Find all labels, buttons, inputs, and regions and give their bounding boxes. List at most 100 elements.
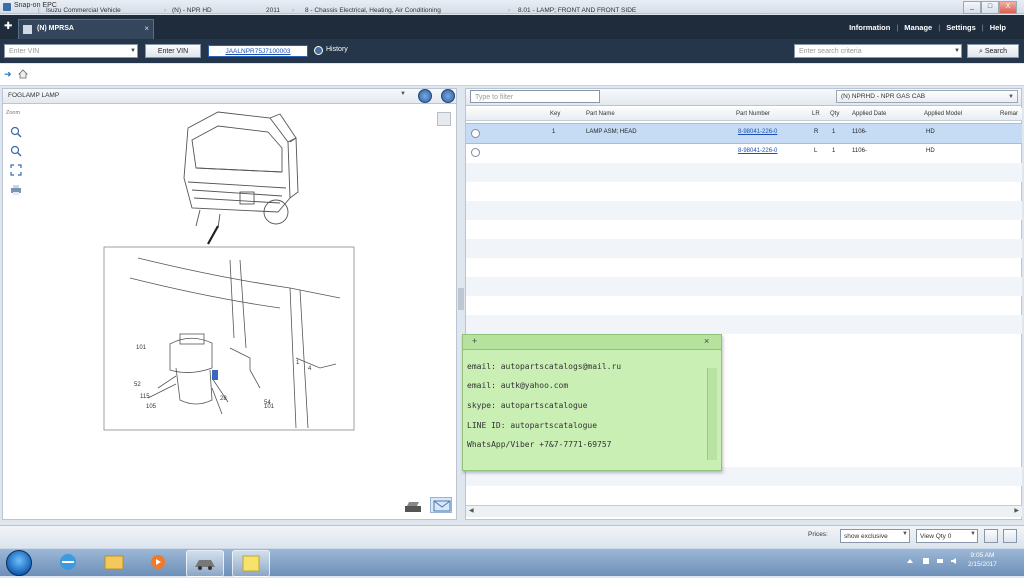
table-row[interactable]: 1 LAMP ASM; HEAD 8-98041-226-0 R 1 1106-… bbox=[466, 123, 1022, 144]
empty-row bbox=[466, 486, 1022, 505]
note-close-icon[interactable]: × bbox=[704, 336, 709, 346]
illustration-dropdown-icon[interactable]: ▼ bbox=[400, 91, 406, 97]
breadcrumb-item[interactable]: 8 - Chassis Electrical, Heating, Air Con… bbox=[305, 7, 441, 14]
enter-vin-button[interactable]: Enter VIN bbox=[145, 44, 201, 58]
show-hidden-icons-icon[interactable] bbox=[906, 557, 914, 565]
new-tab-icon[interactable]: ✚ bbox=[4, 21, 12, 32]
tab-close-icon[interactable]: × bbox=[144, 24, 149, 33]
breadcrumb-item[interactable]: Isuzu Commercial Vehicle bbox=[46, 7, 121, 14]
cell-applied-model: HD bbox=[926, 148, 935, 154]
vin-link[interactable]: JAALNPR75J7100003 bbox=[208, 45, 308, 57]
illustration-scroll-handle[interactable] bbox=[437, 112, 451, 126]
menu-manage[interactable]: Manage bbox=[904, 23, 932, 32]
menu-settings[interactable]: Settings bbox=[946, 23, 976, 32]
taskbar-explorer[interactable] bbox=[96, 550, 132, 575]
flag-icon[interactable] bbox=[922, 557, 930, 565]
taskbar-notes[interactable] bbox=[232, 550, 270, 577]
previous-illustration-button[interactable] bbox=[418, 89, 432, 103]
row-radio[interactable] bbox=[471, 129, 480, 138]
empty-row bbox=[466, 277, 1022, 296]
filter-input[interactable]: Type to filter bbox=[470, 90, 600, 103]
prices-label: Prices: bbox=[808, 531, 828, 538]
zoom-out-icon[interactable] bbox=[10, 145, 22, 157]
search-button[interactable]: ⌕ Search bbox=[967, 44, 1019, 58]
breadcrumb-separator: › bbox=[164, 7, 167, 14]
column-part-number[interactable]: Part Number bbox=[736, 111, 770, 117]
cell-key: 1 bbox=[552, 129, 556, 135]
chevron-down-icon: ▼ bbox=[1008, 94, 1014, 100]
menu-separator: | bbox=[981, 23, 984, 32]
model-select[interactable]: (N) NPRHD - NPR GAS CAB ▼ bbox=[836, 90, 1018, 103]
zoom-in-icon[interactable] bbox=[10, 126, 22, 138]
parts-table-header: Key Part Name Part Number LR Qty Applied… bbox=[466, 108, 1022, 121]
volume-icon[interactable] bbox=[950, 557, 958, 565]
export-icon[interactable] bbox=[403, 500, 425, 514]
print-icon[interactable] bbox=[10, 184, 22, 196]
sticky-note-header[interactable] bbox=[462, 334, 722, 350]
view-qty-select[interactable]: View Qty 0 bbox=[916, 529, 978, 543]
empty-row bbox=[466, 163, 1022, 182]
app-icon bbox=[3, 3, 11, 11]
menu-information[interactable]: Information bbox=[849, 23, 890, 32]
column-qty[interactable]: Qty bbox=[830, 111, 839, 117]
home-icon[interactable] bbox=[18, 69, 28, 79]
vin-input[interactable]: Enter VIN bbox=[4, 44, 138, 58]
taskbar-epc[interactable] bbox=[186, 550, 224, 577]
tab-active[interactable]: (N) MPRSA × bbox=[18, 19, 154, 40]
search-input[interactable]: Enter search criteria bbox=[794, 44, 962, 58]
catalog-icon bbox=[23, 25, 32, 34]
settings-icon[interactable] bbox=[1003, 529, 1017, 543]
scroll-right-icon[interactable]: ▶ bbox=[1014, 507, 1019, 514]
panel-splitter[interactable] bbox=[458, 288, 464, 310]
network-icon[interactable] bbox=[936, 557, 944, 565]
cell-qty: 1 bbox=[832, 129, 836, 135]
breadcrumb-item[interactable]: 2011 bbox=[266, 7, 280, 14]
menu-help[interactable]: Help bbox=[990, 23, 1006, 32]
note-add-icon[interactable]: + bbox=[472, 336, 477, 346]
fit-view-icon[interactable] bbox=[10, 164, 22, 176]
callout-label: 101 bbox=[264, 404, 275, 410]
price-select[interactable]: show exclusive bbox=[840, 529, 910, 543]
minimize-button[interactable]: _ bbox=[963, 1, 981, 14]
chevron-down-icon[interactable]: ▼ bbox=[970, 531, 976, 537]
email-icon[interactable] bbox=[430, 497, 452, 513]
empty-row bbox=[466, 258, 1022, 277]
parts-illustration[interactable]: 101 52 115 105 28 54 101 1 4 bbox=[100, 108, 358, 434]
column-applied-date[interactable]: Applied Date bbox=[852, 111, 886, 117]
cell-part-number[interactable]: 8-98041-226-0 bbox=[738, 129, 777, 135]
back-arrow-icon[interactable]: ➜ bbox=[4, 69, 12, 80]
table-row[interactable]: 8-98041-226-0 L 1 1106- HD bbox=[466, 143, 1022, 162]
column-lr[interactable]: LR bbox=[812, 111, 820, 117]
close-window-button[interactable]: X bbox=[999, 1, 1017, 14]
empty-row bbox=[466, 182, 1022, 201]
start-button[interactable] bbox=[6, 550, 32, 576]
taskbar-ie[interactable] bbox=[50, 550, 86, 575]
refresh-icon[interactable] bbox=[984, 529, 998, 543]
cell-part-number[interactable]: 8-98041-226-0 bbox=[738, 148, 777, 154]
column-remarks[interactable]: Remar bbox=[1000, 111, 1018, 117]
history-link[interactable]: History bbox=[326, 46, 348, 53]
media-player-icon bbox=[151, 555, 165, 569]
scroll-left-icon[interactable]: ◀ bbox=[469, 507, 474, 514]
chevron-down-icon[interactable]: ▼ bbox=[902, 531, 908, 537]
search-dropdown-icon[interactable]: ▼ bbox=[952, 45, 962, 57]
column-key[interactable]: Key bbox=[550, 111, 560, 117]
maximize-button[interactable]: □ bbox=[981, 1, 999, 14]
history-icon[interactable] bbox=[314, 46, 323, 55]
horizontal-scrollbar[interactable]: ◀ ▶ bbox=[466, 505, 1022, 517]
breadcrumb-separator: | bbox=[38, 7, 40, 14]
breadcrumb-item[interactable]: 8.01 - LAMP; FRONT AND FRONT SIDE bbox=[518, 7, 636, 14]
next-illustration-button[interactable] bbox=[441, 89, 455, 103]
column-part-name[interactable]: Part Name bbox=[586, 111, 615, 117]
callout-label: 115 bbox=[140, 394, 150, 400]
taskbar-media[interactable] bbox=[140, 550, 176, 575]
note-scrollbar[interactable] bbox=[707, 368, 717, 460]
menu-separator: | bbox=[938, 23, 941, 32]
breadcrumb-item[interactable]: (N) - NPR HD bbox=[172, 7, 212, 14]
column-applied-model[interactable]: Applied Model bbox=[924, 111, 962, 117]
zoom-label: Zoom bbox=[6, 110, 21, 116]
vin-dropdown-icon[interactable]: ▼ bbox=[128, 45, 138, 57]
illustration-select[interactable]: FOGLAMP LAMP bbox=[8, 92, 59, 99]
taskbar-clock[interactable]: 9:05 AM 2/15/2017 bbox=[968, 551, 997, 569]
row-radio[interactable] bbox=[471, 148, 480, 157]
